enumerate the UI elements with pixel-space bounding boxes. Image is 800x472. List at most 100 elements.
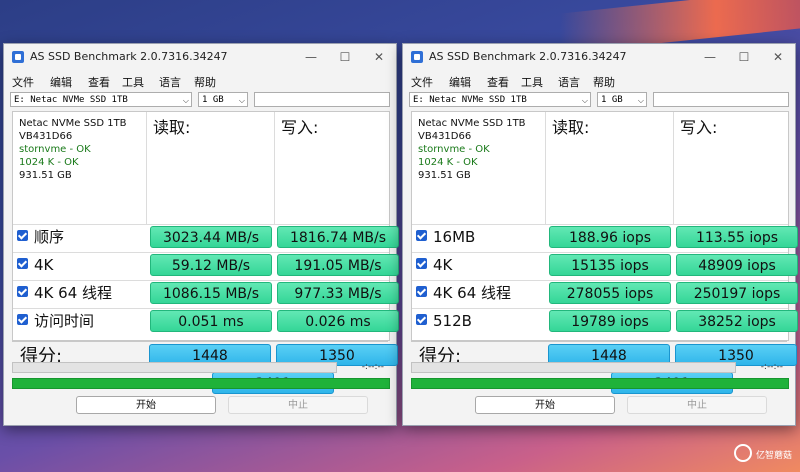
log-field[interactable] — [653, 92, 789, 107]
drive-model: Netac NVMe SSD 1TB — [418, 118, 526, 129]
read-header: 读取: — [552, 118, 590, 137]
test-name: 4K — [34, 256, 54, 274]
start-button[interactable]: 开始 — [475, 396, 615, 414]
read-result: 19789 iops — [549, 310, 671, 332]
menu-language[interactable]: 语言 — [159, 74, 181, 90]
app-icon — [12, 51, 24, 63]
checkbox-icon[interactable] — [416, 258, 427, 269]
progress-bar-total — [411, 378, 789, 389]
maximize-icon[interactable]: ☐ — [328, 46, 362, 68]
app-icon — [411, 51, 423, 63]
drive-select[interactable]: E: Netac NVMe SSD 1TB ⌵ — [409, 92, 591, 107]
test-row-label[interactable]: 16MB — [416, 226, 475, 248]
test-name: 访问时间 — [34, 312, 95, 330]
test-row-label[interactable]: 4K — [416, 254, 452, 276]
progress-bar-total — [12, 378, 390, 389]
divider — [274, 112, 275, 224]
menu-help[interactable]: 帮助 — [593, 74, 615, 90]
drive-info: Netac NVMe SSD 1TB VB431D66 stornvme - O… — [19, 117, 127, 182]
title-bar: AS SSD Benchmark 2.0.7316.34247 — ☐ ✕ — [4, 44, 396, 70]
menu-tools[interactable]: 工具 — [122, 74, 144, 90]
maximize-icon[interactable]: ☐ — [727, 46, 761, 68]
menu-file[interactable]: 文件 — [12, 74, 34, 90]
divider — [411, 341, 787, 342]
write-result: 1816.74 MB/s — [277, 226, 399, 248]
menu-edit[interactable]: 编辑 — [449, 74, 471, 90]
elapsed-time: -:--:-- — [361, 362, 384, 372]
menu-view[interactable]: 查看 — [88, 74, 110, 90]
divider — [13, 308, 389, 309]
test-row-label[interactable]: 4K 64 线程 — [17, 282, 112, 304]
divider — [412, 308, 788, 309]
drive-select[interactable]: E: Netac NVMe SSD 1TB ⌵ — [10, 92, 192, 107]
drive-capacity: 931.51 GB — [19, 170, 72, 181]
divider — [13, 280, 389, 281]
size-select-value: 1 GB — [601, 95, 623, 105]
menu-view[interactable]: 查看 — [487, 74, 509, 90]
divider — [412, 252, 788, 253]
read-result: 278055 iops — [549, 282, 671, 304]
abort-button[interactable]: 中止 — [627, 396, 767, 414]
close-icon[interactable]: ✕ — [362, 46, 396, 68]
alignment-status: 1024 K - OK — [19, 157, 79, 168]
test-row-label[interactable]: 顺序 — [17, 226, 64, 248]
checkbox-icon[interactable] — [416, 286, 427, 297]
size-select[interactable]: 1 GB ⌵ — [198, 92, 248, 107]
abort-button[interactable]: 中止 — [228, 396, 368, 414]
progress-bar-current — [411, 362, 736, 373]
checkbox-icon[interactable] — [416, 230, 427, 241]
results-grid: Netac NVMe SSD 1TB VB431D66 stornvme - O… — [12, 111, 399, 341]
size-select[interactable]: 1 GB ⌵ — [597, 92, 647, 107]
menu-tools[interactable]: 工具 — [521, 74, 543, 90]
drive-model: Netac NVMe SSD 1TB — [19, 118, 127, 129]
divider — [412, 224, 788, 225]
read-result: 188.96 iops — [549, 226, 671, 248]
toolbar: E: Netac NVMe SSD 1TB ⌵ 1 GB ⌵ — [10, 92, 390, 110]
watermark-logo-icon — [734, 444, 752, 462]
checkbox-icon[interactable] — [17, 258, 28, 269]
chevron-down-icon: ⌵ — [637, 96, 644, 105]
window-title: AS SSD Benchmark 2.0.7316.34247 — [30, 50, 228, 63]
driver-status: stornvme - OK — [19, 144, 91, 155]
read-result: 1086.15 MB/s — [150, 282, 272, 304]
read-result: 0.051 ms — [150, 310, 272, 332]
divider — [412, 280, 788, 281]
checkbox-icon[interactable] — [416, 314, 427, 325]
test-name: 512B — [433, 312, 472, 330]
minimize-icon[interactable]: — — [693, 46, 727, 68]
minimize-icon[interactable]: — — [294, 46, 328, 68]
menu-help[interactable]: 帮助 — [194, 74, 216, 90]
results-grid: Netac NVMe SSD 1TB VB431D66 stornvme - O… — [411, 111, 798, 341]
write-result: 250197 iops — [676, 282, 798, 304]
test-row-label[interactable]: 4K — [17, 254, 53, 276]
chevron-down-icon: ⌵ — [581, 96, 588, 105]
chevron-down-icon: ⌵ — [182, 96, 189, 105]
write-header: 写入: — [281, 118, 319, 137]
menu-bar: 文件 编辑 查看 工具 语言 帮助 — [4, 71, 396, 91]
menu-file[interactable]: 文件 — [411, 74, 433, 90]
drive-firmware: VB431D66 — [418, 131, 472, 142]
write-result: 38252 iops — [676, 310, 798, 332]
drive-info: Netac NVMe SSD 1TB VB431D66 stornvme - O… — [418, 117, 526, 182]
elapsed-time: -:--:-- — [760, 362, 783, 372]
start-button[interactable]: 开始 — [76, 396, 216, 414]
checkbox-icon[interactable] — [17, 286, 28, 297]
test-name: 4K 64 线程 — [34, 284, 113, 302]
menu-language[interactable]: 语言 — [558, 74, 580, 90]
log-field[interactable] — [254, 92, 390, 107]
test-row-label[interactable]: 512B — [416, 310, 472, 332]
divider — [146, 112, 147, 224]
close-icon[interactable]: ✕ — [761, 46, 795, 68]
size-select-value: 1 GB — [202, 95, 224, 105]
divider — [13, 224, 389, 225]
read-result: 15135 iops — [549, 254, 671, 276]
menu-edit[interactable]: 编辑 — [50, 74, 72, 90]
test-row-label[interactable]: 访问时间 — [17, 310, 94, 332]
checkbox-icon[interactable] — [17, 314, 28, 325]
test-row-label[interactable]: 4K 64 线程 — [416, 282, 511, 304]
read-header: 读取: — [153, 118, 191, 137]
window-title: AS SSD Benchmark 2.0.7316.34247 — [429, 50, 627, 63]
drive-firmware: VB431D66 — [19, 131, 73, 142]
checkbox-icon[interactable] — [17, 230, 28, 241]
test-name: 16MB — [433, 228, 476, 246]
